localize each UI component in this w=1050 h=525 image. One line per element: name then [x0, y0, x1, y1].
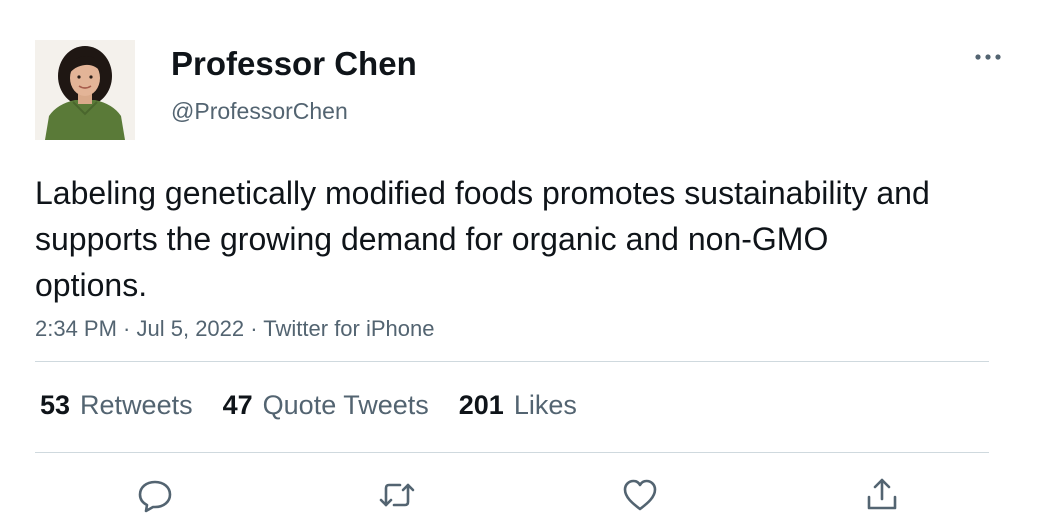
divider [35, 452, 989, 453]
likes-stat[interactable]: 201 Likes [459, 390, 577, 421]
avatar[interactable] [35, 40, 135, 140]
quote-tweets-label: Quote Tweets [262, 389, 429, 420]
share-icon [867, 478, 897, 510]
more-horizontal-icon [975, 54, 1001, 60]
retweet-icon [379, 483, 415, 507]
share-button[interactable] [862, 475, 902, 515]
retweet-button[interactable] [377, 475, 417, 515]
likes-count: 201 [458, 389, 504, 420]
engagement-stats: 53 Retweets 47 Quote Tweets 201 Likes [40, 385, 607, 425]
tweet-time[interactable]: 2:34 PM [35, 316, 117, 341]
likes-label: Likes [513, 389, 577, 420]
tweet-source[interactable]: Twitter for iPhone [263, 316, 434, 341]
divider [35, 361, 989, 362]
retweets-label: Retweets [80, 389, 193, 420]
more-options-button[interactable] [968, 42, 1008, 72]
tweet-metadata: 2:34 PM · Jul 5, 2022 · Twitter for iPho… [35, 314, 434, 344]
heart-icon [623, 479, 657, 511]
meta-separator: · [244, 316, 264, 341]
tweet-text: Labeling genetically modified foods prom… [35, 175, 930, 303]
quote-tweets-count: 47 [222, 389, 253, 420]
reply-button[interactable] [135, 475, 175, 515]
retweets-stat[interactable]: 53 Retweets [40, 390, 193, 421]
quote-tweets-stat[interactable]: 47 Quote Tweets [223, 390, 429, 421]
like-button[interactable] [620, 475, 660, 515]
action-bar [0, 470, 1050, 520]
display-name[interactable]: Professor Chen [171, 44, 417, 84]
user-handle[interactable]: @ProfessorChen [171, 96, 348, 126]
tweet-card: Professor Chen @ProfessorChen Labeling g… [0, 0, 1050, 525]
retweets-count: 53 [40, 389, 71, 420]
user-photo-avatar-icon [35, 40, 135, 140]
meta-separator: · [116, 316, 137, 341]
tweet-date[interactable]: Jul 5, 2022 [137, 316, 245, 341]
reply-icon [138, 480, 172, 513]
